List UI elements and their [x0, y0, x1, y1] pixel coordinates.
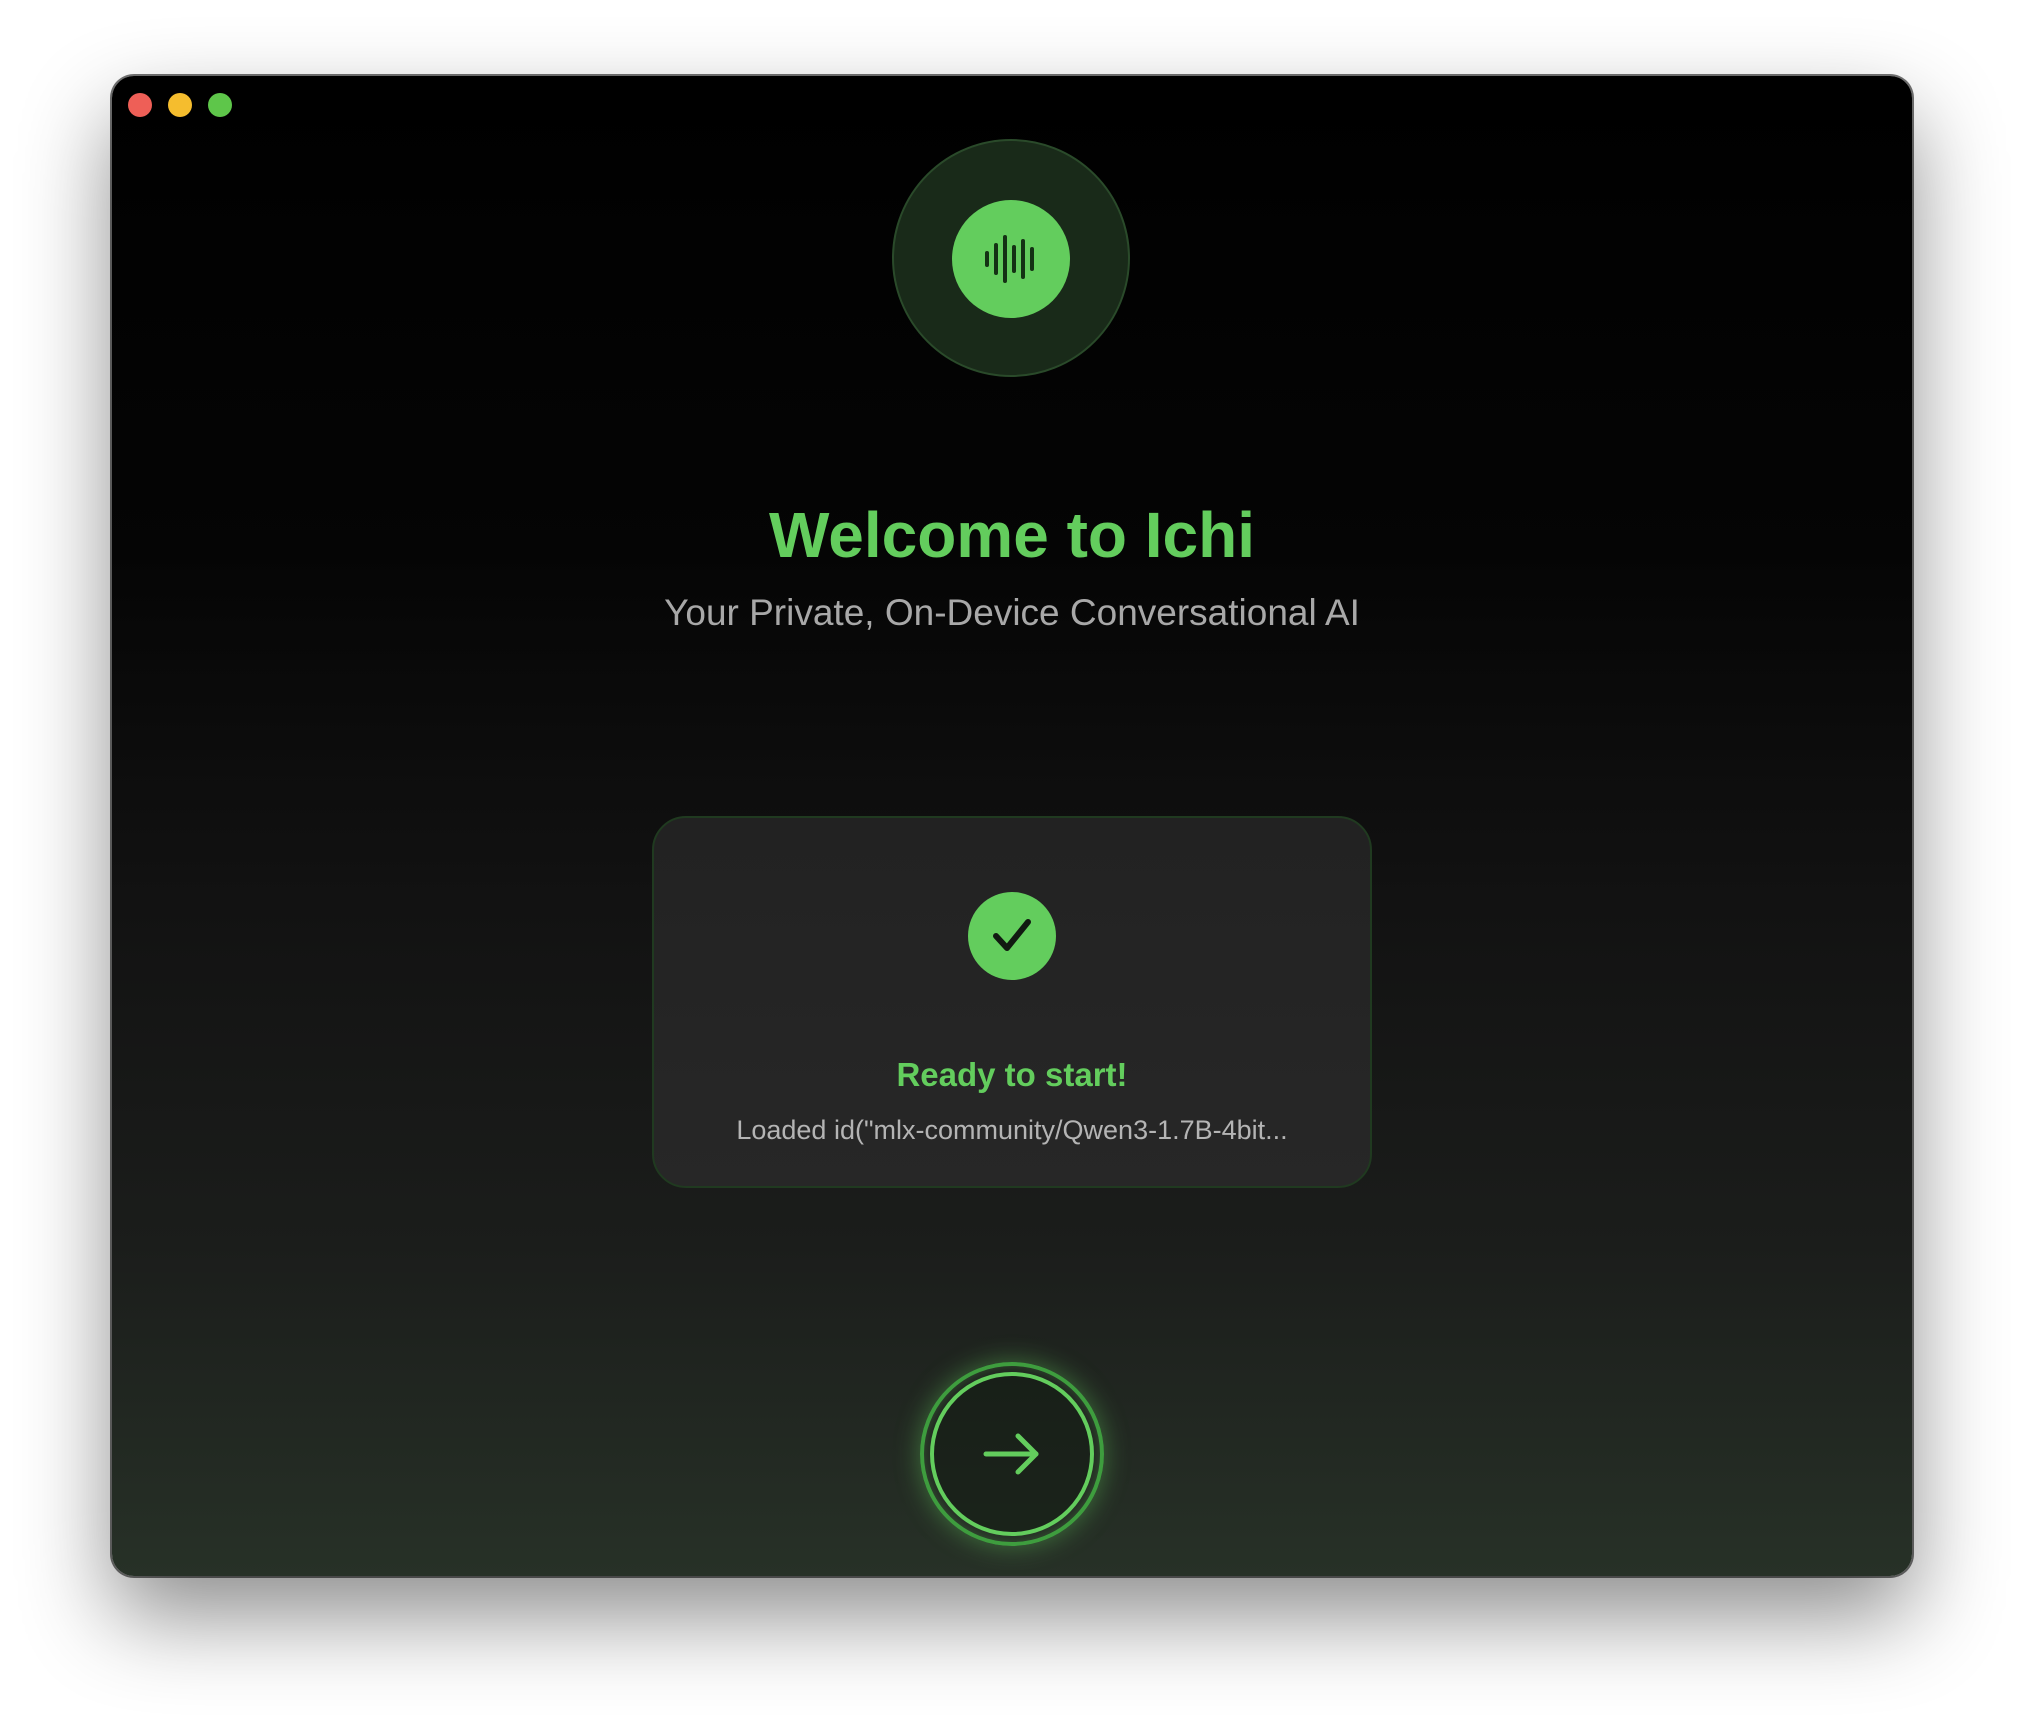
next-button[interactable]: [930, 1372, 1094, 1536]
arrow-right-icon: [983, 1433, 1039, 1475]
welcome-subtitle: Your Private, On-Device Conversational A…: [664, 592, 1360, 633]
close-window-button[interactable]: [128, 93, 152, 117]
status-title: Ready to start!: [896, 1056, 1128, 1093]
waveform-icon: [985, 235, 1034, 283]
window-controls: [128, 93, 232, 117]
onboarding-window: Welcome to Ichi Your Private, On-Device …: [112, 76, 1912, 1576]
minimize-window-button[interactable]: [168, 93, 192, 117]
app-logo: [952, 200, 1070, 318]
welcome-title: Welcome to Ichi: [768, 499, 1256, 571]
checkmark-icon: [993, 919, 1031, 951]
status-detail: Loaded id("mlx-community/Qwen3-1.7B-4bit…: [736, 1115, 1288, 1145]
zoom-window-button[interactable]: [208, 93, 232, 117]
status-check-badge: [968, 892, 1056, 980]
